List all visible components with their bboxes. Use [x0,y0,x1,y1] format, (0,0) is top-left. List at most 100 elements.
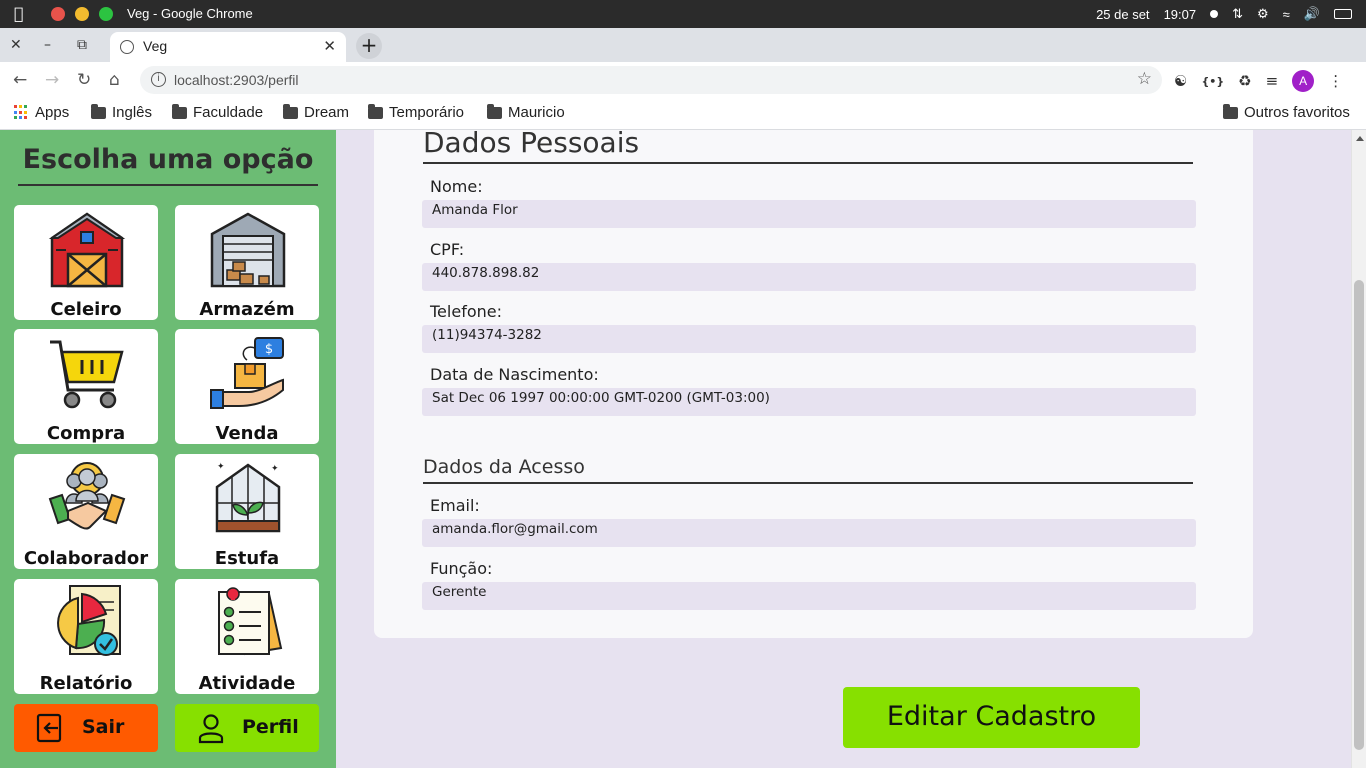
funcao-label: Função: [430,559,493,578]
access-data-heading: Dados da Acesso [423,456,1193,484]
sidebar-title: Escolha uma opção [18,144,318,186]
battery-icon[interactable] [1334,9,1352,19]
window-close-dot[interactable] [51,7,65,21]
extensions-puzzle-icon[interactable]: ♻ [1238,72,1251,90]
card-atividade[interactable]: Atividade [175,579,319,694]
restore-window-icon[interactable]: ⧉ [77,37,87,53]
logout-arrow-icon [36,713,62,743]
folder-icon [487,103,502,119]
nome-field: Amanda Flor [422,200,1196,228]
wifi-icon[interactable]: ≈ [1283,7,1290,22]
sale-box-hand-icon: $ [210,337,284,409]
svg-text:✦: ✦ [271,464,279,474]
folder-icon [172,103,187,119]
handshake-team-icon [48,462,126,530]
close-window-icon[interactable]: ✕ [10,37,22,53]
new-tab-button[interactable]: + [356,33,382,59]
bookmark-ingles[interactable]: Inglês [91,103,153,121]
greenhouse-icon: ✦ ✦ [215,462,281,533]
checklist-icon [218,587,283,656]
card-label: Celeiro [50,299,122,320]
bookmark-dream[interactable]: Dream [283,103,350,121]
card-label: Colaborador [23,548,149,569]
back-arrow-icon[interactable]: ← [13,70,27,90]
profile-button[interactable]: Perfil [175,704,319,752]
tab-title: Veg [143,38,168,54]
card-label: Compra [46,423,126,444]
nascimento-field: Sat Dec 06 1997 00:00:00 GMT-0200 (GMT-0… [422,388,1196,416]
bookmark-temporario[interactable]: Temporário [368,103,464,121]
folder-icon [368,103,383,119]
folder-icon [91,103,106,119]
site-info-icon[interactable]: i [151,72,166,87]
reading-list-icon[interactable]: ≡ [1266,72,1279,90]
extension-gnome-icon[interactable]: ☯ [1174,72,1187,90]
os-top-bar:  Veg - Google Chrome 25 de set 19:07 ⇅ … [0,0,1366,28]
profile-panel: Dados Pessoais Nome: Amanda Flor CPF: 44… [374,126,1253,638]
card-celeiro[interactable]: Celeiro [14,205,158,320]
user-icon [198,714,224,744]
os-time: 19:07 [1163,6,1197,22]
profile-label: Perfil [242,716,299,738]
reload-icon[interactable]: ↻ [77,70,91,90]
card-venda[interactable]: $ Venda [175,329,319,444]
tab-close-icon[interactable]: ✕ [323,37,336,55]
forward-arrow-icon[interactable]: → [45,70,59,90]
bookmark-apps[interactable]: Apps [14,104,69,121]
bookmark-mauricio[interactable]: Mauricio [487,103,565,121]
extension-json-icon[interactable]: {•} [1201,75,1224,88]
page-scrollbar[interactable] [1351,130,1366,768]
card-label: Armazém [199,299,295,320]
bookmark-label: Faculdade [193,104,264,121]
bookmark-faculdade[interactable]: Faculdade [172,103,264,121]
bookmark-label: Outros favoritos [1244,104,1350,121]
os-date: 25 de set [1096,6,1150,22]
shopping-cart-icon [50,340,124,409]
window-maximize-dot[interactable] [99,7,113,21]
address-bar[interactable]: i localhost:2903/perfil ☆ [140,66,1162,94]
record-dot-icon [1210,10,1219,18]
network-icon[interactable]: ⇅ [1232,6,1243,22]
card-relatorio[interactable]: Relatório [14,579,158,694]
card-compra[interactable]: Compra [14,329,158,444]
window-title: Veg - Google Chrome [127,6,253,21]
navigation-bar: ← → ↻ ⌂ i localhost:2903/perfil ☆ ☯ {•} … [0,62,1366,98]
bookmark-label: Inglês [112,104,153,121]
folder-icon [283,103,298,119]
scroll-up-arrow-icon[interactable] [1356,136,1364,141]
url-text[interactable]: localhost:2903/perfil [174,72,299,88]
svg-text:✦: ✦ [217,462,225,472]
sidebar: Escolha uma opção Celeiro Armazém Compra… [0,130,336,768]
funcao-field: Gerente [422,582,1196,610]
edit-profile-button[interactable]: Editar Cadastro [843,687,1140,748]
profile-avatar[interactable]: A [1292,70,1315,92]
bookmark-label: Dream [304,104,350,121]
bookmark-star-icon[interactable]: ☆ [1137,69,1152,89]
nome-label: Nome: [430,177,483,196]
menu-kebab-icon[interactable]: ⋮ [1328,72,1343,90]
cpf-field: 440.878.898.82 [422,263,1196,291]
card-armazem[interactable]: Armazém [175,205,319,320]
accessibility-icon[interactable]: ⚙ [1257,6,1269,22]
card-label: Relatório [39,673,133,694]
telefone-label: Telefone: [430,302,502,321]
volume-icon[interactable]: 🔊 [1304,6,1320,22]
window-minimize-dot[interactable] [75,7,89,21]
apple-icon[interactable]:  [14,4,24,23]
card-colaborador[interactable]: Colaborador [14,454,158,569]
main-content: Dados Pessoais Nome: Amanda Flor CPF: 44… [336,126,1351,768]
email-label: Email: [430,496,480,515]
report-chart-icon [57,585,121,656]
warehouse-icon [210,212,286,288]
logout-button[interactable]: Sair [14,704,158,752]
browser-tab[interactable]: Veg ✕ [110,32,346,62]
globe-icon [120,40,134,54]
card-label: Atividade [198,673,296,694]
bookmark-other-favorites[interactable]: Outros favoritos [1223,103,1350,121]
home-icon[interactable]: ⌂ [109,70,120,90]
card-label: Estufa [214,548,280,569]
card-estufa[interactable]: ✦ ✦ Estufa [175,454,319,569]
minimize-window-icon[interactable]: – [44,37,51,53]
telefone-field: (11)94374-3282 [422,325,1196,353]
scroll-thumb[interactable] [1354,280,1364,750]
